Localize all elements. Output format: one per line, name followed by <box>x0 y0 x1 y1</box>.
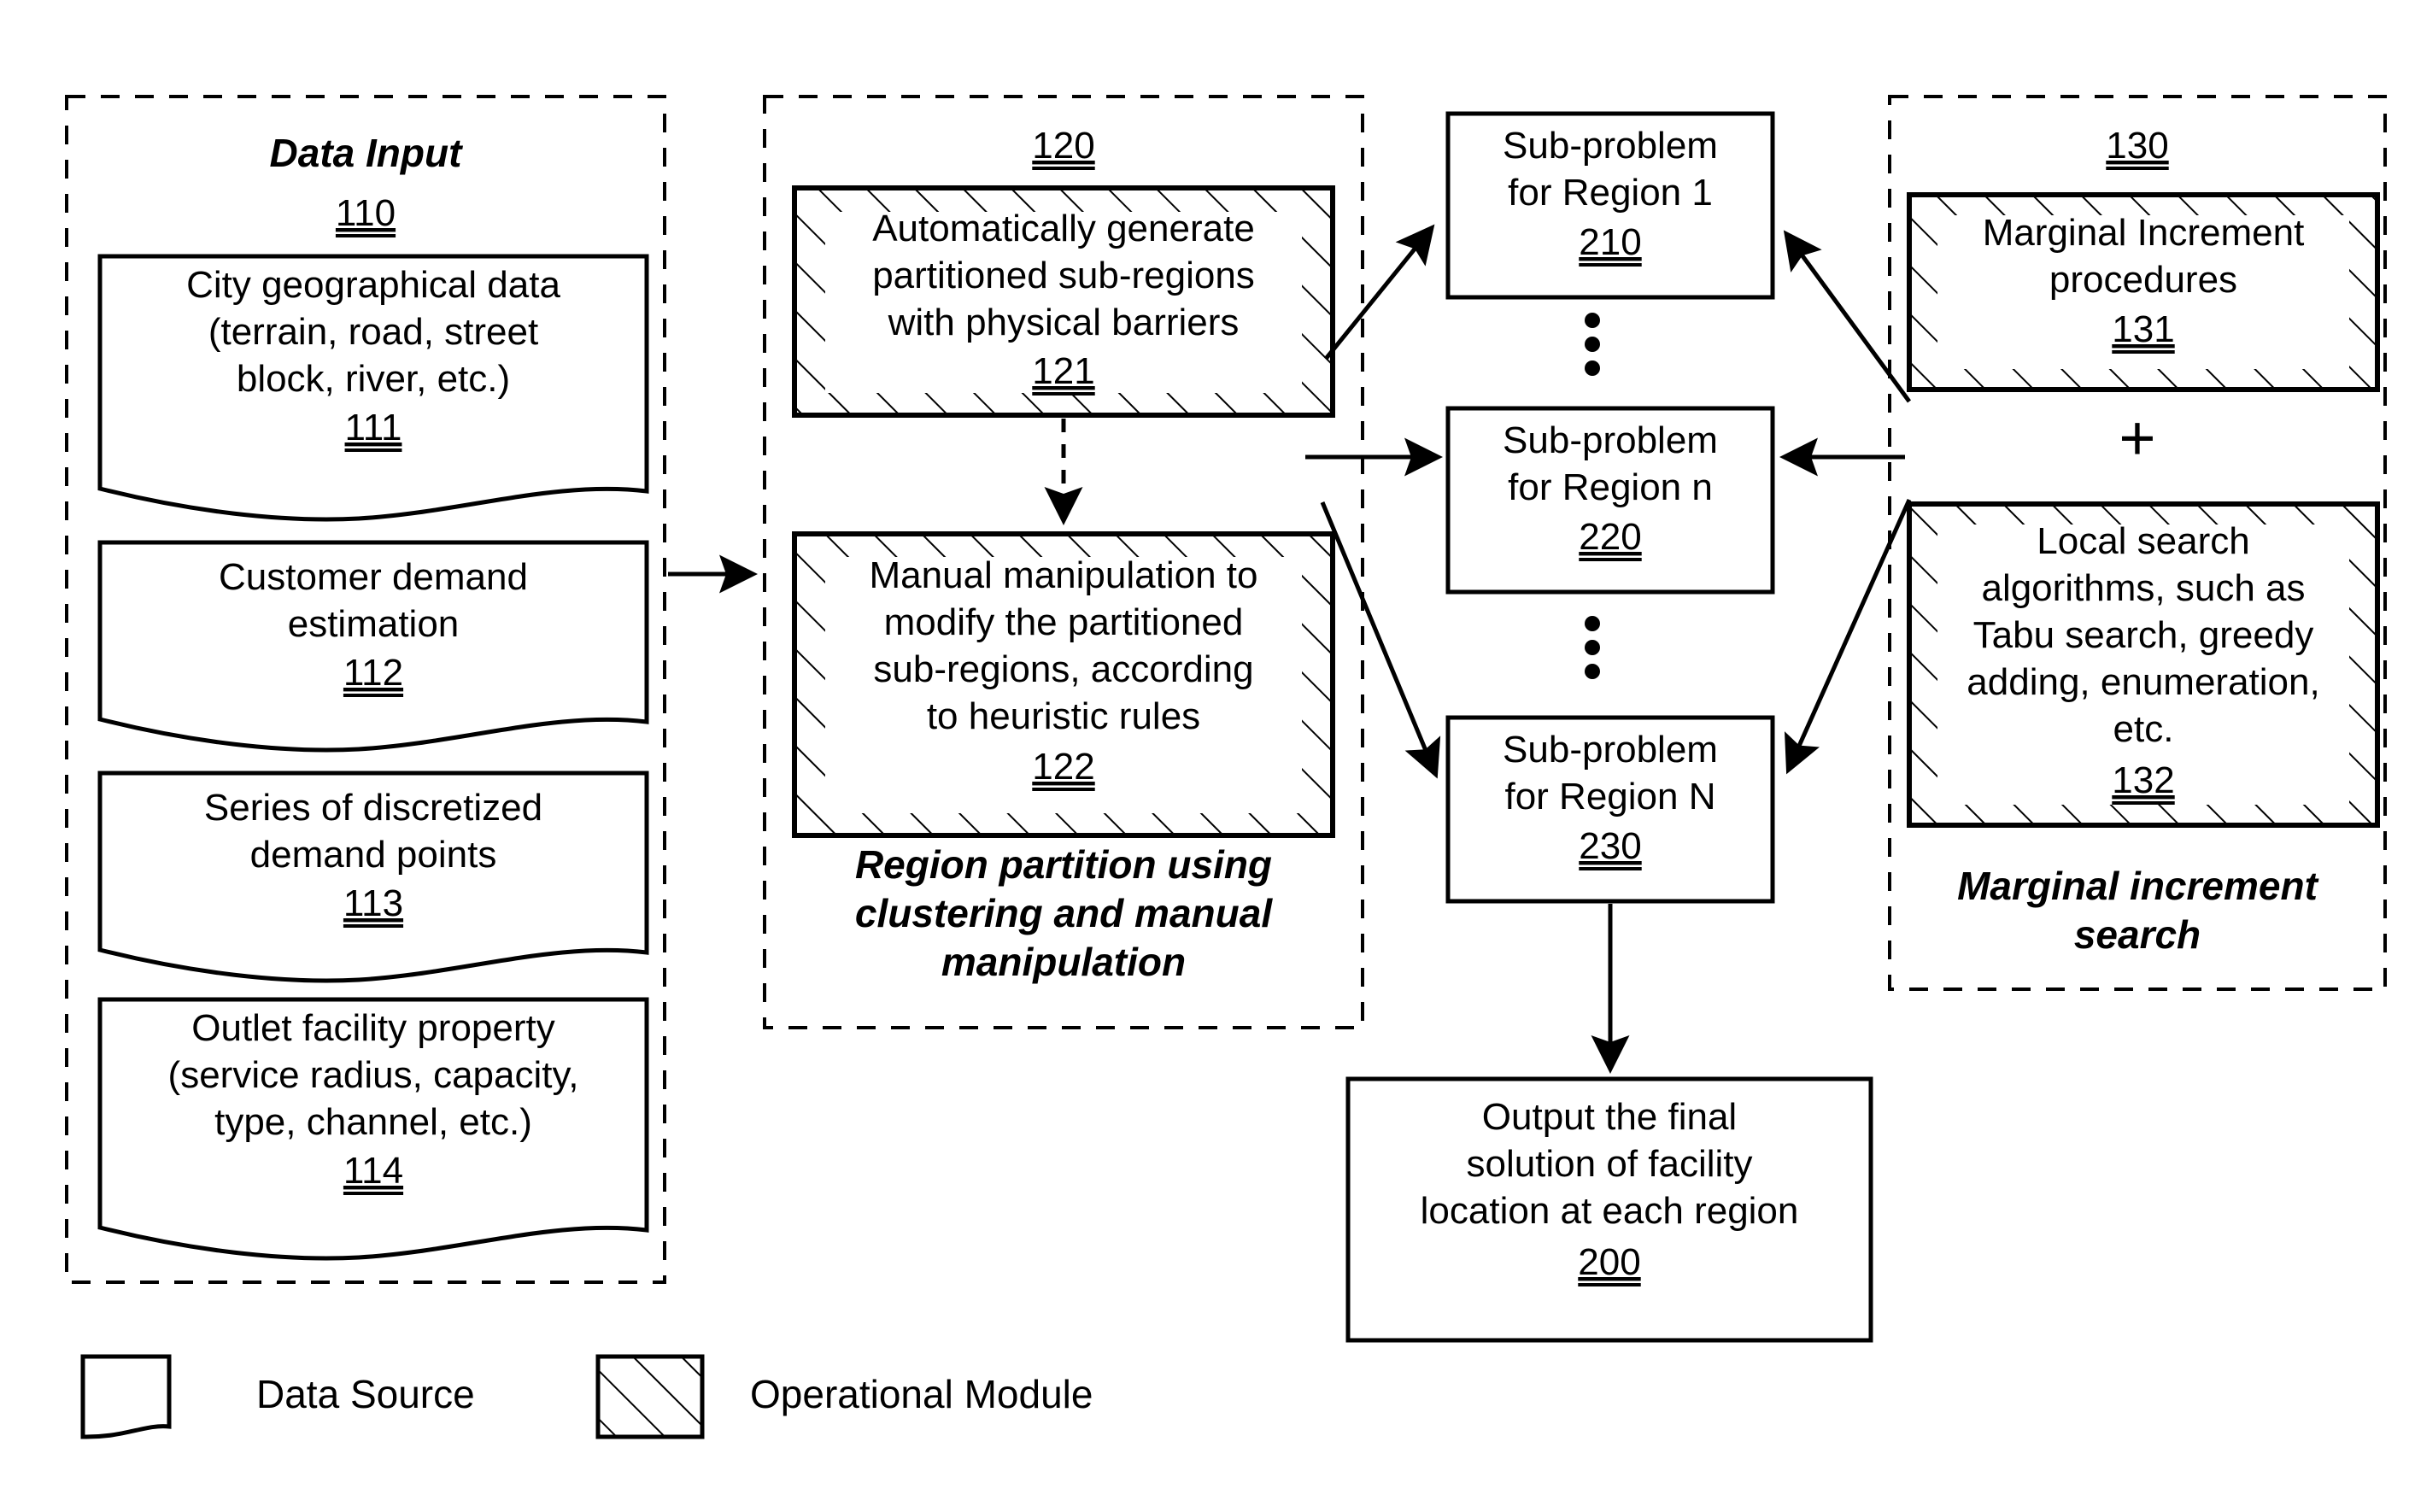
output-box-200: Output the final solution of facility lo… <box>1345 1076 1873 1343</box>
flowchart-svg: Data Input 110 City geographical data (t… <box>65 95 2387 1439</box>
box-132-line-4: adding, enumeration, <box>1967 661 2319 703</box>
group-region-partition-caption-3: manipulation <box>941 940 1186 984</box>
box-210-line-1: Sub-problem <box>1503 125 1718 167</box>
legend-operational-module: Operational Module <box>595 1354 1093 1439</box>
box-122-line-1: Manual manipulation to <box>870 554 1258 596</box>
box-230-ref: 230 <box>1579 825 1641 867</box>
box-132-line-1: Local search <box>2037 520 2249 562</box>
arrow-partition-to-subproblem-230 <box>1320 501 1441 779</box>
group-marginal-increment-caption-2: search <box>2074 912 2201 957</box>
operational-module-box-121: Automatically generate partitioned sub-r… <box>792 185 1335 418</box>
box-122-ref: 122 <box>1032 746 1094 788</box>
box-131-line-1: Marginal Increment <box>1983 212 2305 254</box>
box-111-ref: 111 <box>345 407 402 448</box>
data-source-box-114: Outlet facility property (service radius… <box>97 997 649 1261</box>
box-121-line-1: Automatically generate <box>872 208 1255 249</box>
box-230-line-1: Sub-problem <box>1503 729 1718 771</box>
box-112-line-2: estimation <box>288 603 460 645</box>
data-source-box-113: Series of discretized demand points 113 <box>97 771 649 983</box>
operational-module-box-132: Local search algorithms, such as Tabu se… <box>1907 501 2380 828</box>
box-131-line-2: procedures <box>2049 259 2237 301</box>
box-112-line-1: Customer demand <box>219 556 528 598</box>
group-data-input-ref: 110 <box>336 192 396 234</box>
box-121-line-3: with physical barriers <box>888 302 1240 343</box>
group-region-partition-caption-1: Region partition using <box>855 842 1272 887</box>
operational-module-box-122: Manual manipulation to modify the partit… <box>792 531 1335 838</box>
data-source-box-111: City geographical data (terrain, road, s… <box>97 254 649 522</box>
legend-data-source: Data Source <box>80 1354 475 1439</box>
box-132-line-2: algorithms, such as <box>1981 567 2305 609</box>
box-114-line-1: Outlet facility property <box>191 1007 555 1049</box>
box-220-line-2: for Region n <box>1508 466 1713 508</box>
box-200-line-3: location at each region <box>1421 1190 1799 1232</box>
group-data-input-title: Data Input <box>270 131 464 175</box>
legend-data-source-label: Data Source <box>256 1372 475 1416</box>
box-114-ref: 114 <box>343 1150 403 1192</box>
box-132-line-3: Tabu search, greedy <box>1973 614 2314 656</box>
box-111-line-1: City geographical data <box>186 264 560 306</box>
box-113-line-2: demand points <box>250 834 497 876</box>
ellipsis-between-210-220 <box>1585 313 1600 376</box>
subproblem-box-230: Sub-problem for Region N 230 <box>1445 715 1775 904</box>
operational-module-box-131: Marginal Increment procedures 131 <box>1907 192 2380 392</box>
subproblem-box-210: Sub-problem for Region 1 210 <box>1445 111 1775 300</box>
box-200-line-2: solution of facility <box>1466 1143 1752 1185</box>
box-230-line-2: for Region N <box>1504 776 1715 818</box>
box-114-line-2: (service radius, capacity, <box>168 1054 579 1096</box>
ellipsis-between-220-230 <box>1585 616 1600 679</box>
box-113-line-1: Series of discretized <box>204 787 542 829</box>
box-220-ref: 220 <box>1579 516 1641 558</box>
legend-operational-module-label: Operational Module <box>750 1372 1093 1416</box>
box-121-line-2: partitioned sub-regions <box>872 255 1255 296</box>
box-122-line-3: sub-regions, according <box>873 648 1253 690</box>
box-113-ref: 113 <box>343 882 403 924</box>
data-source-box-112: Customer demand estimation 112 <box>97 540 649 753</box>
group-marginal-increment-caption-1: Marginal increment <box>1957 864 2318 908</box>
figure-canvas: Data Input 110 City geographical data (t… <box>0 0 2415 1512</box>
box-131-ref: 131 <box>2112 308 2174 350</box>
subproblem-box-220: Sub-problem for Region n 220 <box>1445 406 1775 595</box>
box-200-line-1: Output the final <box>1482 1096 1737 1138</box>
box-132-ref: 132 <box>2112 759 2174 801</box>
group-region-partition-ref: 120 <box>1032 125 1094 167</box>
box-132-line-5: etc. <box>2113 708 2174 750</box>
box-112-ref: 112 <box>343 652 403 694</box>
box-111-line-2: (terrain, road, street <box>208 311 538 353</box>
group-region-partition-caption-2: clustering and manual <box>855 891 1273 935</box>
arrow-partition-to-subproblem-210 <box>1324 224 1435 360</box>
box-210-ref: 210 <box>1579 221 1641 263</box>
box-114-line-3: type, channel, etc.) <box>214 1101 532 1143</box>
box-200-ref: 200 <box>1578 1241 1640 1283</box>
group-marginal-increment-ref: 130 <box>2106 125 2168 167</box>
box-220-line-1: Sub-problem <box>1503 419 1718 461</box>
box-111-line-3: block, river, etc.) <box>237 358 510 400</box>
box-122-line-4: to heuristic rules <box>927 695 1200 737</box>
plus-operator: + <box>2119 402 2155 473</box>
box-121-ref: 121 <box>1032 350 1094 392</box>
box-122-line-2: modify the partitioned <box>884 601 1244 643</box>
box-210-line-2: for Region 1 <box>1508 172 1713 214</box>
